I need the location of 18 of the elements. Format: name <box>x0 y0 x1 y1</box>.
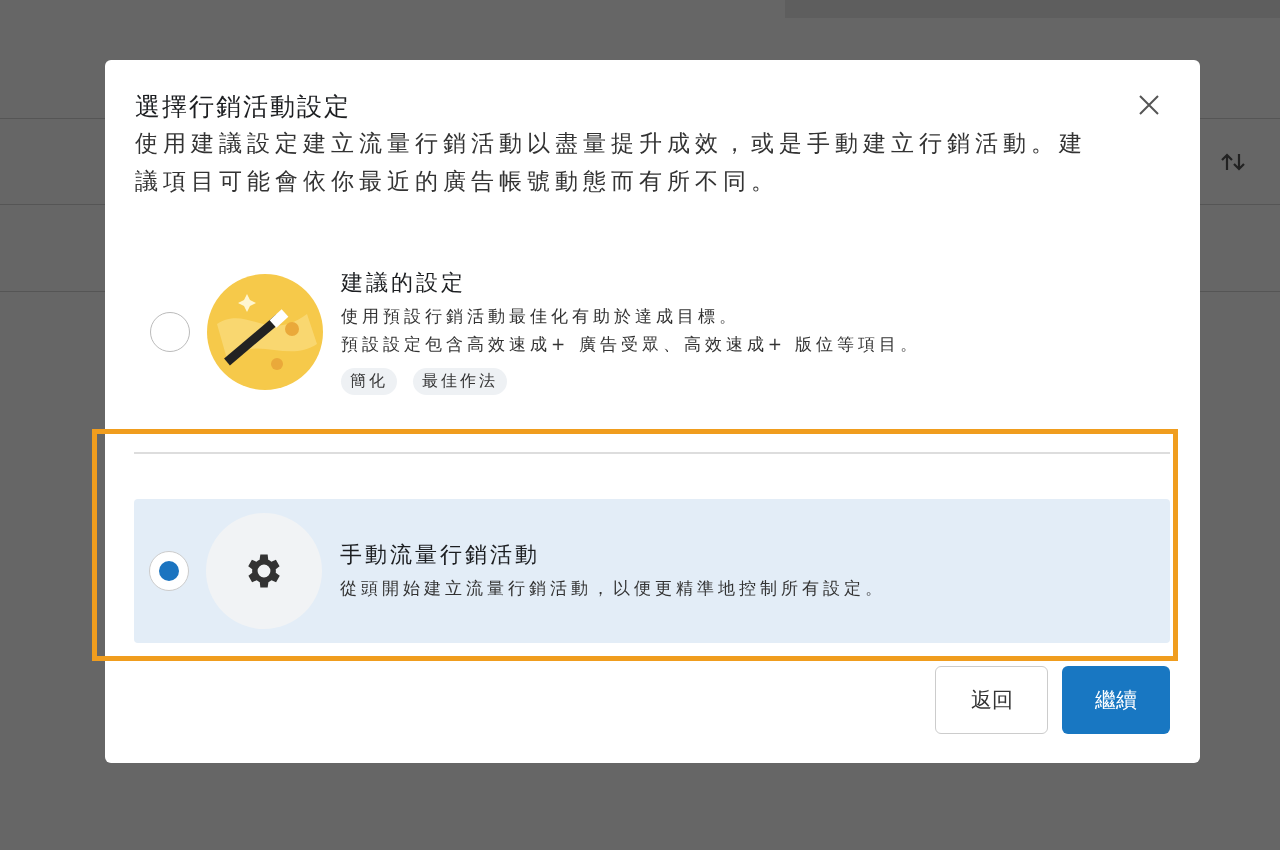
magic-wand-icon <box>207 273 323 390</box>
option-description: 從頭開始建立流量行銷活動，以便更精準地控制所有設定。 <box>340 577 886 600</box>
dialog-title: 選擇行銷活動設定 <box>135 91 352 123</box>
radio-button[interactable] <box>149 551 189 591</box>
sort-icon[interactable] <box>1220 151 1246 172</box>
option-description: 預設設定包含高效速成+ 廣告受眾、高效速成+ 版位等項目。 <box>341 333 922 356</box>
radio-button[interactable] <box>150 311 190 352</box>
tag: 最佳作法 <box>413 368 507 395</box>
option-title: 手動流量行銷活動 <box>340 541 541 569</box>
option-card[interactable]: 手動流量行銷活動 從頭開始建立流量行銷活動，以便更精準地控制所有設定。 <box>134 499 1170 643</box>
option-title: 建議的設定 <box>341 269 467 297</box>
option-card[interactable]: 建議的設定 使用預設行銷活動最佳化有助於達成目標。 預設設定包含高效速成+ 廣告受眾、高效速成+ 版位等項目。 簡化 最佳作法 <box>135 256 1170 407</box>
dialog-description: 使用建議設定建立流量行銷活動以盡量提升成效，或是手動建立行銷活動。建議項目可能會依你最近的廣告帳號動態而有所不同。 <box>135 129 1088 196</box>
close-icon[interactable] <box>1138 94 1160 116</box>
option-description: 使用預設行銷活動最佳化有助於達成目標。 <box>341 305 741 328</box>
continue-button[interactable]: 繼續 <box>1062 666 1170 734</box>
back-button[interactable]: 返回 <box>935 666 1048 734</box>
tag: 簡化 <box>341 368 397 395</box>
